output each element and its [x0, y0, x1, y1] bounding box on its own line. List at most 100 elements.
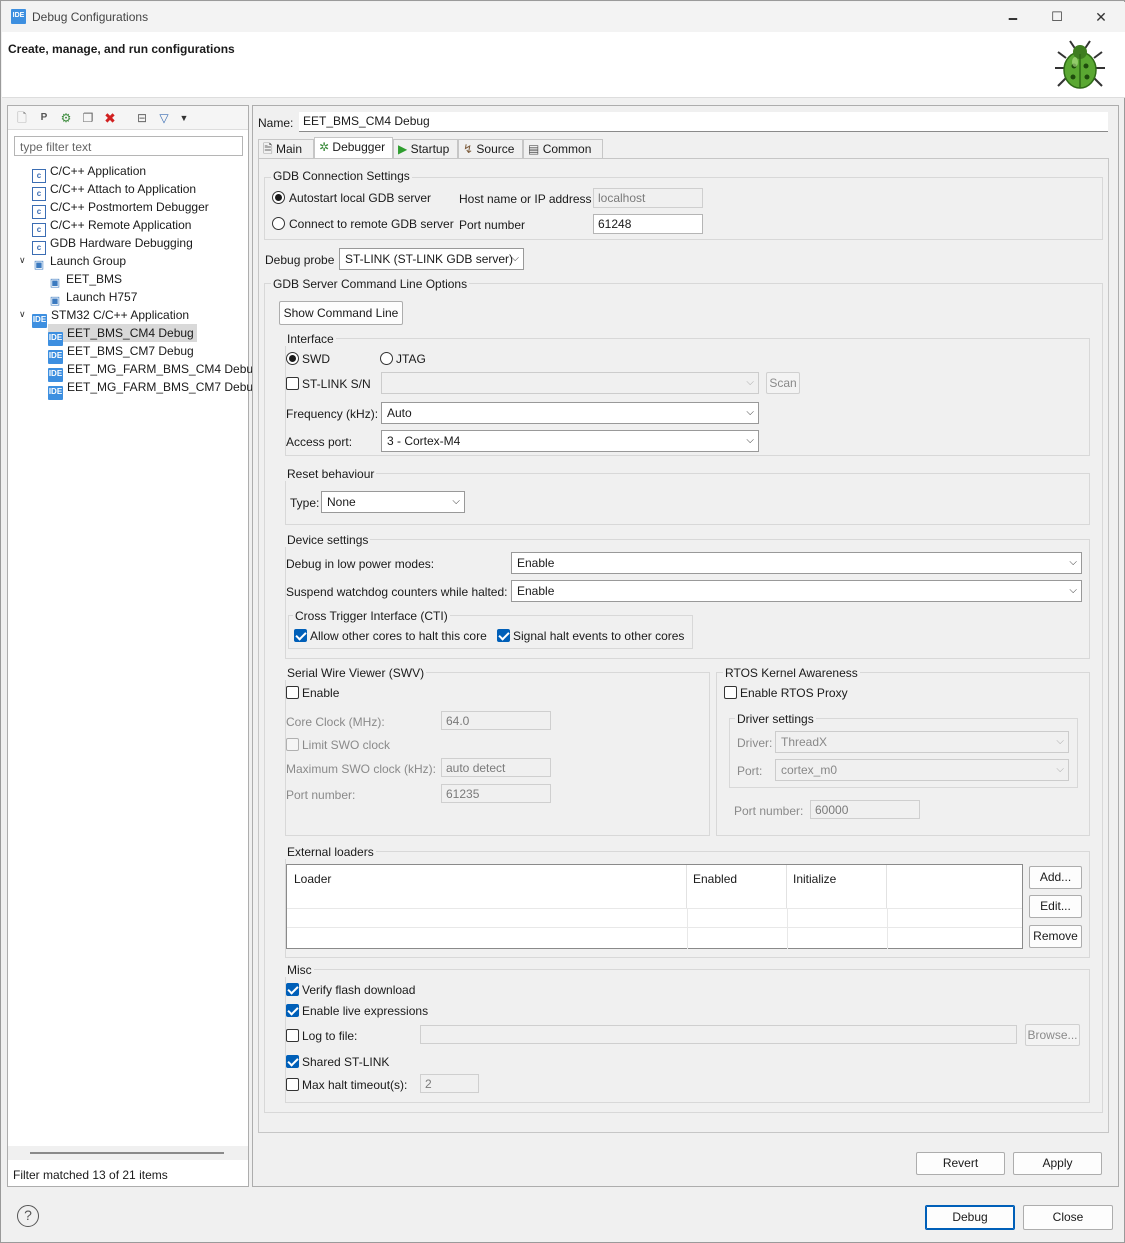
tree-item-eet-mg-farm-cm4-debug[interactable]: IDE EET_MG_FARM_BMS_CM4 Debug	[48, 360, 260, 382]
reset-type-select[interactable]: None ⌵	[321, 491, 465, 513]
rtos-port-select[interactable]: cortex_m0 ⌵	[775, 759, 1069, 781]
tab-startup[interactable]: ▶ Startup	[393, 139, 458, 159]
tree-item-cpp-attach[interactable]: c C/C++ Attach to Application	[32, 180, 196, 201]
tree-item-cpp-postmortem[interactable]: c C/C++ Postmortem Debugger	[32, 198, 209, 219]
filter-icon[interactable]: ▽	[156, 110, 172, 126]
port-input[interactable]: 61248	[593, 214, 703, 234]
swv-title: Serial Wire Viewer (SWV)	[285, 666, 427, 680]
core-clock-input[interactable]: 64.0	[441, 711, 551, 730]
new-prototype-icon[interactable]: P	[36, 110, 52, 126]
allow-halt-checkbox[interactable]	[294, 629, 307, 642]
jtag-radio[interactable]	[380, 352, 393, 365]
horizontal-scrollbar[interactable]	[8, 1146, 248, 1160]
signal-halt-checkbox[interactable]	[497, 629, 510, 642]
filter-status: Filter matched 13 of 21 items	[13, 1168, 168, 1182]
export-icon[interactable]: ⚙	[58, 110, 74, 126]
rtos-title: RTOS Kernel Awareness	[723, 666, 860, 680]
bug-icon	[1055, 40, 1105, 89]
tab-debugger[interactable]: ✲ Debugger	[314, 137, 393, 159]
debug-probe-select[interactable]: ST-LINK (ST-LINK GDB server) ⌵	[339, 248, 524, 270]
tab-source[interactable]: ↯ Source	[458, 139, 523, 159]
shared-stlink-checkbox[interactable]	[286, 1055, 299, 1068]
tree-item-cpp-remote[interactable]: c C/C++ Remote Application	[32, 216, 191, 237]
show-command-line-button[interactable]: Show Command Line	[279, 301, 403, 325]
maximize-button[interactable]: ☐	[1042, 7, 1072, 27]
tab-common[interactable]: ▤ Common	[523, 139, 603, 159]
driver-select[interactable]: ThreadX ⌵	[775, 731, 1069, 753]
access-port-select[interactable]: 3 - Cortex-M4 ⌵	[381, 430, 759, 452]
enabled-column-header: Enabled	[693, 872, 738, 886]
tree-item-eet-bms-cm4-debug[interactable]: IDE EET_BMS_CM4 Debug	[48, 324, 197, 346]
frequency-label: Frequency (kHz):	[286, 407, 379, 421]
edit-loader-button[interactable]: Edit...	[1029, 895, 1082, 918]
delete-icon[interactable]: ✖	[102, 110, 118, 126]
new-config-icon[interactable]: 🗋	[14, 110, 30, 126]
swv-enable-checkbox[interactable]	[286, 686, 299, 699]
close-window-button[interactable]: ✕	[1086, 7, 1116, 27]
tree-item-eet-mg-farm-cm7-debug[interactable]: IDE EET_MG_FARM_BMS_CM7 Debug	[48, 378, 260, 400]
max-swo-input[interactable]: auto detect	[441, 758, 551, 777]
tree-item-eet-bms[interactable]: ▣ EET_BMS	[48, 270, 122, 289]
max-halt-checkbox[interactable]	[286, 1078, 299, 1091]
minimize-button[interactable]: 🗕	[998, 7, 1028, 27]
verify-flash-checkbox[interactable]	[286, 983, 299, 996]
tree-item-launch-group[interactable]: ▣ Launch Group	[32, 252, 126, 271]
loaders-table[interactable]: Loader Enabled Initialize	[286, 864, 1023, 949]
title-bar: IDE Debug Configurations 🗕 ☐ ✕	[2, 2, 1125, 32]
remove-loader-button[interactable]: Remove	[1029, 925, 1082, 948]
autostart-radio[interactable]	[272, 191, 285, 204]
chevron-down-icon[interactable]: ∨	[19, 255, 29, 266]
debug-button[interactable]: Debug	[925, 1205, 1015, 1230]
collapse-all-icon[interactable]: ⊟	[134, 110, 150, 126]
low-power-select[interactable]: Enable ⌵	[511, 552, 1082, 574]
revert-button[interactable]: Revert	[916, 1152, 1005, 1175]
browse-button[interactable]: Browse...	[1025, 1024, 1080, 1046]
stlink-sn-select[interactable]: ⌵	[381, 372, 759, 394]
remote-radio[interactable]	[272, 217, 285, 230]
log-file-checkbox[interactable]	[286, 1029, 299, 1042]
add-loader-button[interactable]: Add...	[1029, 866, 1082, 889]
chevron-down-icon[interactable]: ∨	[19, 309, 29, 320]
reset-type-label: Type:	[290, 496, 320, 510]
name-input[interactable]: EET_BMS_CM4 Debug	[299, 112, 1108, 132]
tree-item-cpp-application[interactable]: c C/C++ Application	[32, 162, 146, 183]
filter-input[interactable]: type filter text	[14, 136, 243, 156]
log-file-input[interactable]	[420, 1025, 1017, 1044]
duplicate-icon[interactable]: ❐	[80, 110, 96, 126]
chevron-down-icon: ⌵	[1056, 736, 1064, 747]
initialize-column: Initialize	[787, 865, 887, 908]
chevron-down-icon: ⌵	[452, 496, 460, 507]
tree-item-eet-bms-cm7-debug[interactable]: IDE EET_BMS_CM7 Debug	[48, 342, 194, 364]
tree-item-stm32-application[interactable]: IDE STM32 C/C++ Application	[32, 306, 189, 328]
apply-button[interactable]: Apply	[1013, 1152, 1102, 1175]
watchdog-select[interactable]: Enable ⌵	[511, 580, 1082, 602]
rtos-port-number-input[interactable]: 60000	[810, 800, 920, 819]
stlink-sn-checkbox[interactable]	[286, 377, 299, 390]
frequency-select[interactable]: Auto ⌵	[381, 402, 759, 424]
live-expressions-checkbox[interactable]	[286, 1004, 299, 1017]
remote-label: Connect to remote GDB server	[289, 217, 454, 231]
rtos-enable-checkbox[interactable]	[724, 686, 737, 699]
scrollbar-thumb[interactable]	[30, 1152, 224, 1154]
max-halt-label: Max halt timeout(s):	[302, 1078, 408, 1092]
limit-swo-checkbox[interactable]	[286, 738, 299, 751]
swd-radio[interactable]	[286, 352, 299, 365]
reset-title: Reset behaviour	[285, 467, 377, 481]
help-icon[interactable]: ?	[17, 1205, 39, 1227]
driver-settings-title: Driver settings	[735, 712, 816, 726]
max-halt-input[interactable]: 2	[420, 1074, 479, 1093]
swv-group	[285, 672, 710, 836]
tree-item-launch-h757[interactable]: ▣ Launch H757	[48, 288, 138, 307]
tab-main[interactable]: 🗎 Main	[258, 139, 314, 159]
low-power-label: Debug in low power modes:	[286, 557, 435, 571]
table-row[interactable]	[287, 908, 1022, 949]
host-input[interactable]: localhost	[593, 188, 703, 208]
swd-label: SWD	[302, 352, 330, 366]
view-menu-icon[interactable]: ▼	[176, 110, 192, 126]
close-button[interactable]: Close	[1023, 1205, 1113, 1230]
ide-config-icon: IDE	[48, 386, 63, 400]
tree-item-gdb-hardware[interactable]: c GDB Hardware Debugging	[32, 234, 193, 255]
rtos-enable-label: Enable RTOS Proxy	[740, 686, 848, 700]
swv-port-input[interactable]: 61235	[441, 784, 551, 803]
scan-button[interactable]: Scan	[766, 372, 800, 394]
